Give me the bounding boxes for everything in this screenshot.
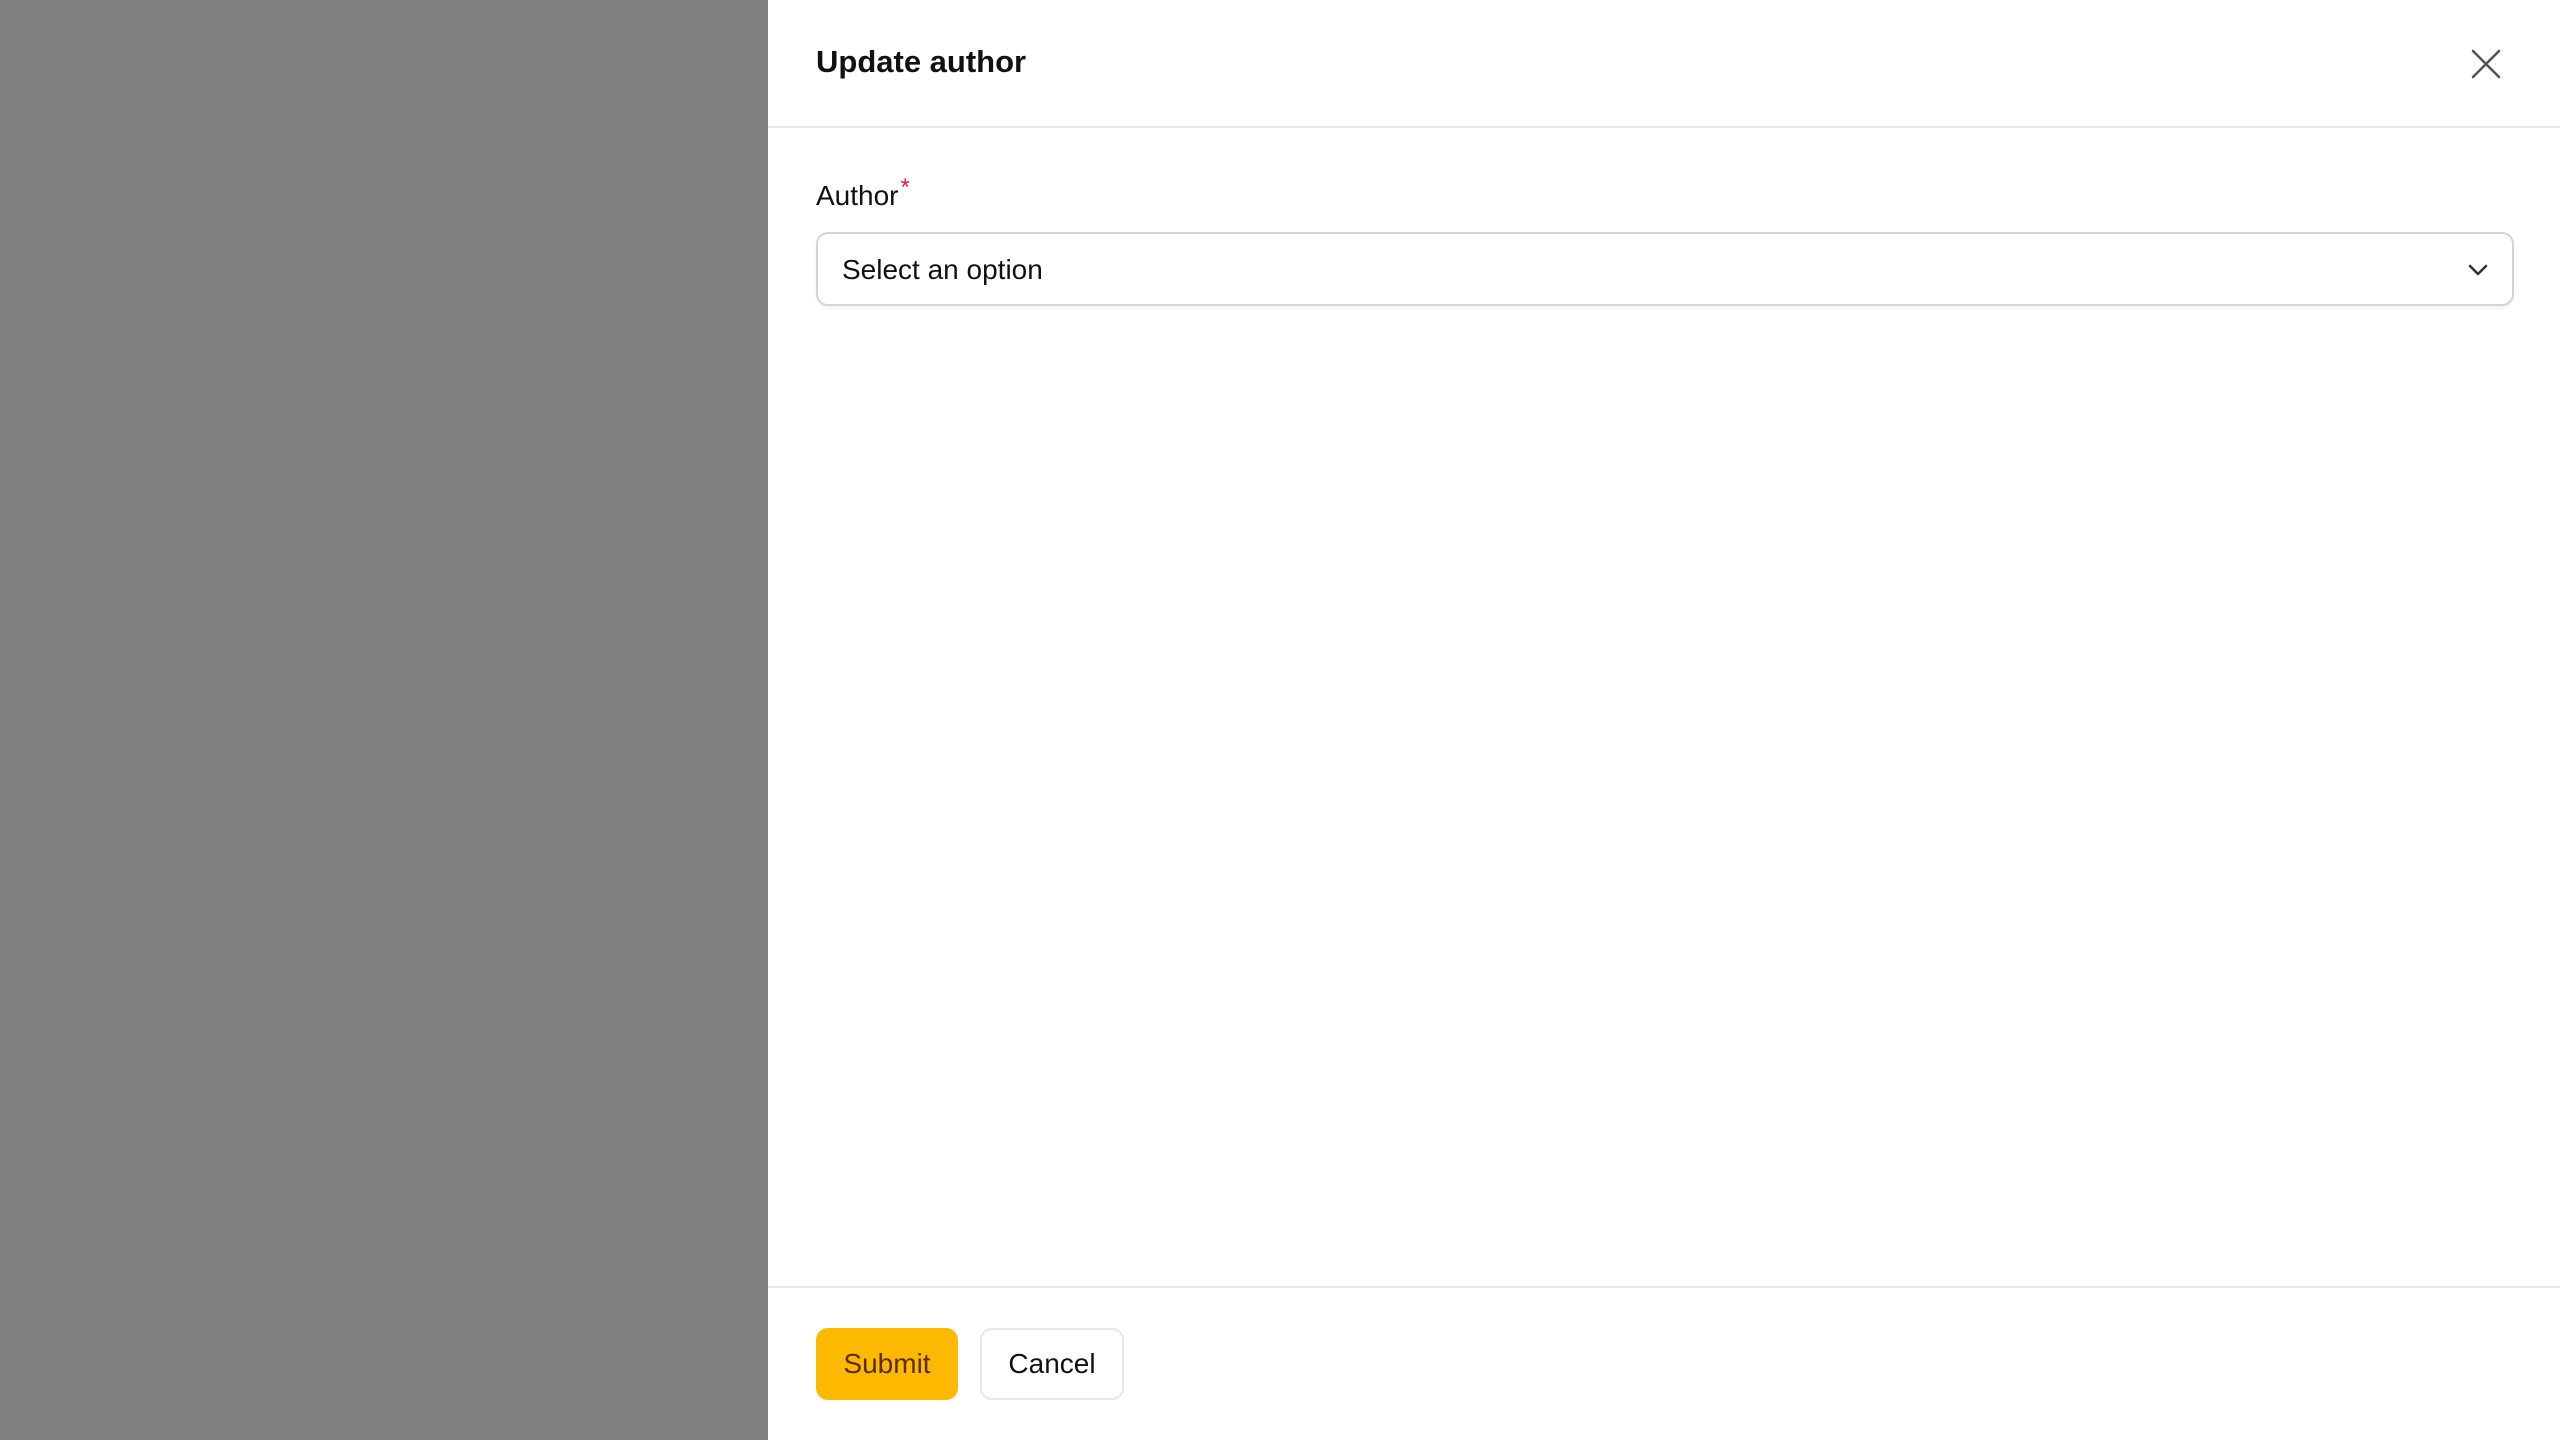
drawer-title: Update author bbox=[816, 44, 1027, 79]
drawer-body: Author* Select an option bbox=[768, 128, 2560, 1286]
author-label-text: Author bbox=[816, 180, 899, 211]
author-select-value: Select an option bbox=[842, 254, 1043, 285]
drawer-footer: Submit Cancel bbox=[768, 1286, 2560, 1440]
close-button[interactable] bbox=[2460, 38, 2512, 90]
required-indicator: * bbox=[900, 174, 910, 201]
close-icon bbox=[2471, 49, 2501, 79]
submit-button[interactable]: Submit bbox=[816, 1328, 958, 1400]
drawer-header: Update author bbox=[768, 0, 2560, 128]
author-field-label: Author* bbox=[816, 174, 910, 216]
author-select[interactable]: Select an option bbox=[816, 232, 2514, 306]
cancel-button[interactable]: Cancel bbox=[980, 1328, 1124, 1400]
chevron-down-icon bbox=[2468, 264, 2488, 276]
update-author-drawer: Update author Author* Select an option S… bbox=[768, 0, 2560, 1440]
